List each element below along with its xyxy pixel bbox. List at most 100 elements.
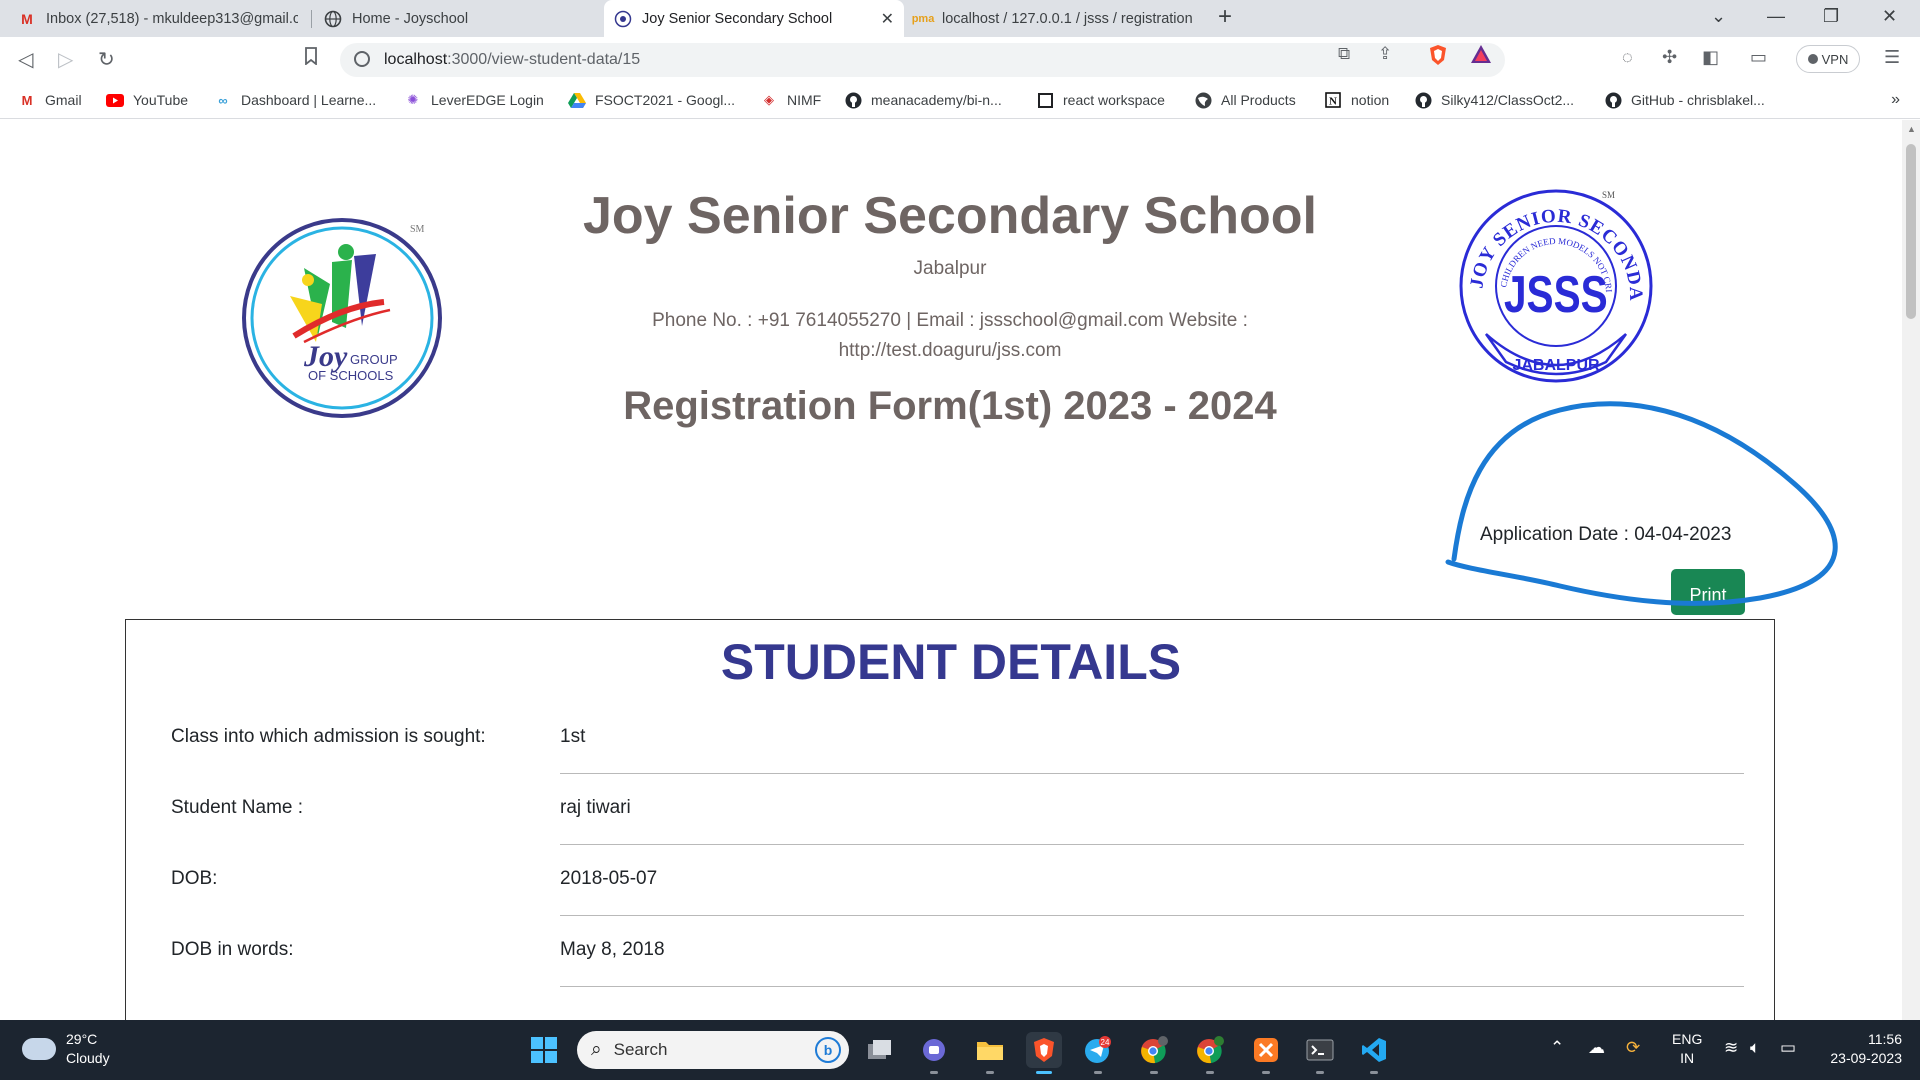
address-bar[interactable]: localhost:3000/view-student-data/15 (340, 43, 1505, 77)
sidebar-icon[interactable]: ◧ (1702, 47, 1719, 68)
file-explorer-button[interactable] (972, 1032, 1008, 1074)
nimf-icon: ◈ (764, 92, 774, 107)
bookmark-gmail[interactable]: M Gmail (18, 92, 82, 108)
windows-icon (531, 1037, 557, 1063)
square-icon (1036, 92, 1054, 108)
weather-widget[interactable]: 29°C Cloudy (22, 1030, 110, 1068)
bookmark-meanacademy[interactable]: meanacademy/bi-n... (844, 92, 1002, 108)
bookmark-react-workspace[interactable]: react workspace (1036, 92, 1165, 108)
bookmark-youtube[interactable]: YouTube (106, 92, 188, 108)
minimize-icon[interactable]: — (1767, 6, 1785, 27)
bookmark-icon[interactable] (304, 47, 318, 71)
vpn-button[interactable]: VPN (1796, 45, 1860, 73)
bookmark-dashboard[interactable]: ∞ Dashboard | Learne... (214, 92, 376, 108)
onedrive-cloud-icon[interactable]: ☁ (1588, 1038, 1605, 1058)
bing-icon[interactable]: b (815, 1037, 841, 1063)
input-language-indicator[interactable]: ENG IN (1672, 1030, 1702, 1068)
detail-value: 1st (560, 726, 586, 747)
student-details-title: STUDENT DETAILS (720, 634, 1182, 690)
scrollbar-thumb[interactable] (1906, 144, 1916, 319)
search-placeholder: Search (613, 1040, 668, 1059)
browser-tab-strip: M Inbox (27,518) - mkuldeep313@gmail.com… (0, 0, 1920, 37)
divider (560, 915, 1744, 916)
teams-chat-button[interactable] (916, 1032, 952, 1074)
tab-search-chevron-icon[interactable]: ⌄ (1711, 6, 1726, 27)
bookmark-all-products[interactable]: All Products (1194, 92, 1296, 108)
search-icon: ⌕ (591, 1039, 602, 1060)
battery-icon[interactable]: ▭ (1780, 1038, 1796, 1058)
close-tab-icon[interactable]: ✕ (881, 9, 894, 29)
back-icon[interactable]: ◁ (18, 47, 33, 72)
sync-status-icon[interactable]: ⟳ (1626, 1038, 1640, 1058)
share-icon[interactable]: ⇪ (1378, 44, 1392, 64)
extensions-icon[interactable]: ✣ (1662, 47, 1677, 68)
taskbar-search[interactable]: ⌕ Search b (577, 1031, 849, 1069)
xampp-button[interactable] (1248, 1032, 1284, 1074)
leveredge-icon: ✺ (407, 92, 419, 107)
page-scrollbar[interactable]: ▲ (1902, 120, 1920, 1020)
gmail-icon: M (21, 92, 33, 108)
reload-icon[interactable]: ↻ (98, 47, 115, 72)
bookmark-silky412[interactable]: Silky412/ClassOct2... (1414, 92, 1574, 108)
svg-text:JSSS: JSSS (1504, 265, 1608, 323)
bookmark-fsoct2021[interactable]: FSOCT2021 - Googl... (568, 92, 735, 108)
detail-label: Class into which admission is sought: (171, 726, 486, 747)
globe-icon (324, 10, 342, 28)
infinity-icon: ∞ (218, 92, 228, 108)
url-text[interactable]: localhost:3000/view-student-data/15 (384, 51, 640, 69)
tab-title: Joy Senior Secondary School (642, 10, 833, 27)
tab-title: Home - Joyschool (352, 10, 469, 27)
chrome-profile-a-button[interactable] (1136, 1032, 1172, 1074)
brave-rewards-icon[interactable] (1470, 44, 1492, 69)
wifi-icon[interactable]: ≋ (1724, 1038, 1738, 1058)
svg-text:OF SCHOOLS: OF SCHOOLS (308, 368, 394, 383)
chrome-profile-w-button[interactable] (1192, 1032, 1228, 1074)
task-view-icon (868, 1040, 891, 1059)
forward-icon[interactable]: ▷ (58, 47, 73, 72)
bookmark-leveredge[interactable]: ✺ LeverEDGE Login (404, 92, 544, 108)
scroll-up-icon[interactable]: ▲ (1907, 124, 1916, 134)
folder-icon (977, 1042, 1003, 1060)
detail-row-dob: DOB: 2018-05-07 (126, 846, 1776, 917)
wallet-icon[interactable]: ▭ (1750, 47, 1767, 68)
brave-shield-icon[interactable] (1428, 44, 1448, 71)
brave-browser-button[interactable] (1026, 1032, 1062, 1074)
print-button[interactable]: Print (1671, 569, 1745, 615)
tab-joyschool-home[interactable]: Home - Joyschool (314, 0, 604, 37)
clock-time: 11:56 (1868, 1031, 1902, 1047)
more-bookmarks-icon[interactable]: » (1891, 91, 1900, 109)
github-icon (1604, 92, 1622, 108)
tab-phpmyadmin[interactable]: pma localhost / 127.0.0.1 / jsss / regis… (904, 0, 1204, 37)
new-tab-icon[interactable]: + (1218, 3, 1232, 31)
detail-row-student-name: Student Name : raj tiwari (126, 775, 1776, 846)
tab-gmail[interactable]: M Inbox (27,518) - mkuldeep313@gmail.com (8, 0, 308, 37)
detail-label: Student Name : (171, 797, 304, 818)
divider (560, 844, 1744, 845)
site-info-icon[interactable] (354, 51, 370, 67)
svg-text:24: 24 (1101, 1038, 1110, 1047)
site-icon (614, 10, 632, 28)
windows-taskbar: 29°C Cloudy ⌕ Search b 24 ⌃ ☁ ⟳ ENG IN ≋ 🔈… (0, 1020, 1920, 1080)
cast-icon[interactable]: ⧉ (1338, 44, 1350, 64)
bookmark-github-chrisblakel[interactable]: GitHub - chrisblakel... (1604, 92, 1765, 108)
telegram-button[interactable]: 24 (1080, 1032, 1116, 1074)
divider (560, 986, 1744, 987)
task-view-button[interactable] (862, 1032, 898, 1068)
menu-icon[interactable]: ☰ (1884, 47, 1900, 68)
bookmark-nimf[interactable]: ◈ NIMF (760, 92, 821, 108)
extension-puzzle-faded-icon[interactable]: ◌ (1622, 47, 1633, 68)
web-page: Joy GROUP OF SCHOOLS SM Joy Senior Secon… (0, 120, 1902, 1020)
application-date: Application Date : 04-04-2023 (1480, 524, 1732, 545)
vscode-button[interactable] (1356, 1032, 1392, 1074)
show-hidden-icons-chevron-icon[interactable]: ⌃ (1550, 1038, 1564, 1058)
youtube-icon (106, 92, 124, 108)
bookmark-notion[interactable]: Nnotion (1324, 92, 1389, 108)
notion-icon: N (1324, 92, 1342, 108)
terminal-button[interactable] (1302, 1032, 1338, 1074)
close-window-icon[interactable]: ✕ (1882, 6, 1897, 27)
tab-joy-senior-secondary[interactable]: Joy Senior Secondary School ✕ (604, 0, 904, 37)
start-button[interactable] (526, 1032, 562, 1068)
clock[interactable]: 11:56 23-09-2023 (1822, 1030, 1902, 1068)
restore-icon[interactable]: ❐ (1823, 6, 1839, 27)
volume-icon[interactable]: 🔈︎ (1750, 1038, 1760, 1058)
